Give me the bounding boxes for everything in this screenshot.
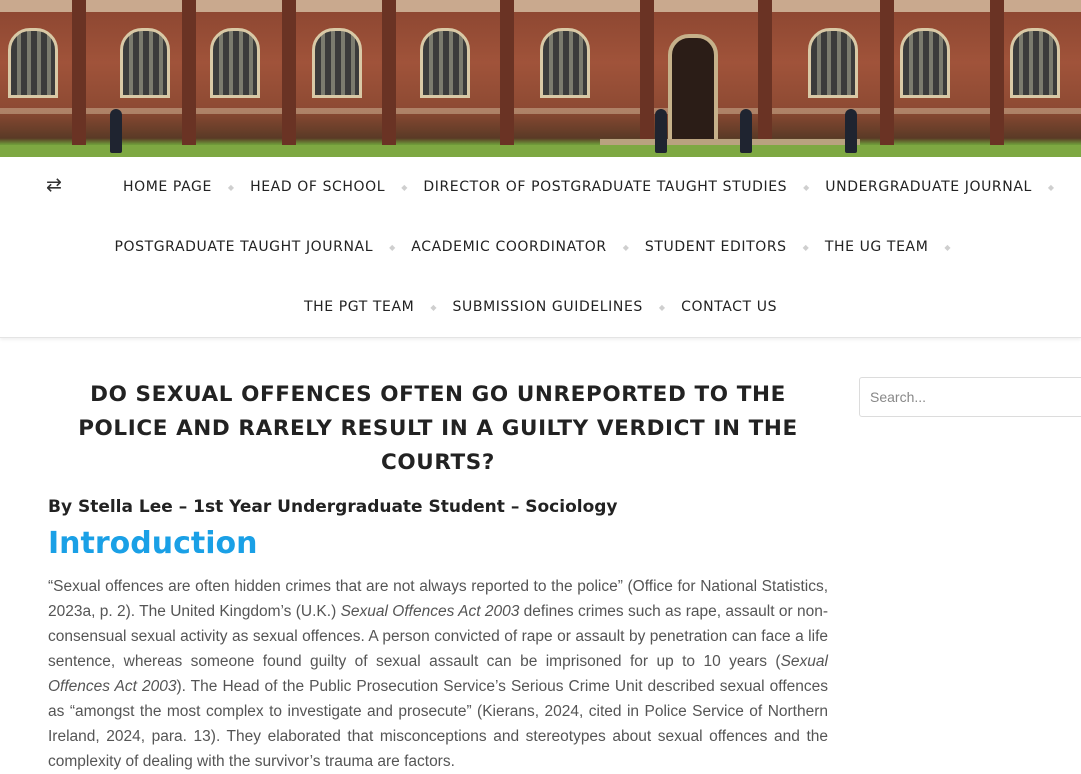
article-content: DO SEXUAL OFFENCES OFTEN GO UNREPORTED T… (48, 378, 828, 774)
header-banner-image (0, 0, 1081, 157)
body-paragraph: “Sexual offences are often hidden crimes… (48, 574, 828, 774)
nav-separator: ◆ (803, 182, 810, 192)
nav-item-submission-guidelines[interactable]: SUBMISSION GUIDELINES (453, 299, 643, 315)
nav-separator: ◆ (389, 242, 396, 252)
search-input[interactable] (859, 377, 1081, 417)
nav-row-1: HOME PAGE ◆ HEAD OF SCHOOL ◆ DIRECTOR OF… (0, 177, 1081, 197)
nav-item-ug-team[interactable]: THE UG TEAM (825, 239, 929, 255)
nav-separator: ◆ (227, 182, 235, 192)
nav-item-academic-coordinator[interactable]: ACADEMIC COORDINATOR (411, 239, 606, 255)
post-title: DO SEXUAL OFFENCES OFTEN GO UNREPORTED T… (78, 382, 798, 475)
nav-separator: ◆ (430, 302, 437, 312)
nav-item-contact-us[interactable]: CONTACT US (681, 299, 777, 315)
section-heading: Introduction (48, 526, 258, 561)
nav-separator: ◆ (1047, 182, 1055, 192)
nav-item-student-editors[interactable]: STUDENT EDITORS (645, 239, 787, 255)
act-title-italic: Sexual Offences Act 2003 (340, 603, 520, 620)
nav-item-pgt-team[interactable]: THE PGT TEAM (304, 299, 414, 315)
nav-item-home-page[interactable]: HOME PAGE (123, 179, 212, 195)
nav-row-2: POSTGRADUATE TAUGHT JOURNAL ◆ ACADEMIC C… (0, 237, 1081, 257)
post-byline: By Stella Lee – 1st Year Undergraduate S… (48, 497, 618, 517)
nav-separator: ◆ (622, 242, 629, 252)
nav-separator: ◆ (802, 242, 809, 252)
nav-separator: ◆ (944, 242, 951, 252)
nav-item-director-pgt[interactable]: DIRECTOR OF POSTGRADUATE TAUGHT STUDIES (423, 179, 787, 195)
nav-row-3: THE PGT TEAM ◆ SUBMISSION GUIDELINES ◆ C… (0, 297, 1081, 317)
nav-item-head-of-school[interactable]: HEAD OF SCHOOL (250, 179, 385, 195)
nav-separator: ◆ (401, 182, 408, 192)
main-navigation: ⇄ HOME PAGE ◆ HEAD OF SCHOOL ◆ DIRECTOR … (0, 157, 1081, 338)
nav-separator: ◆ (658, 302, 666, 312)
nav-item-postgraduate-taught-journal[interactable]: POSTGRADUATE TAUGHT JOURNAL (114, 239, 373, 255)
nav-item-undergraduate-journal[interactable]: UNDERGRADUATE JOURNAL (825, 179, 1032, 195)
